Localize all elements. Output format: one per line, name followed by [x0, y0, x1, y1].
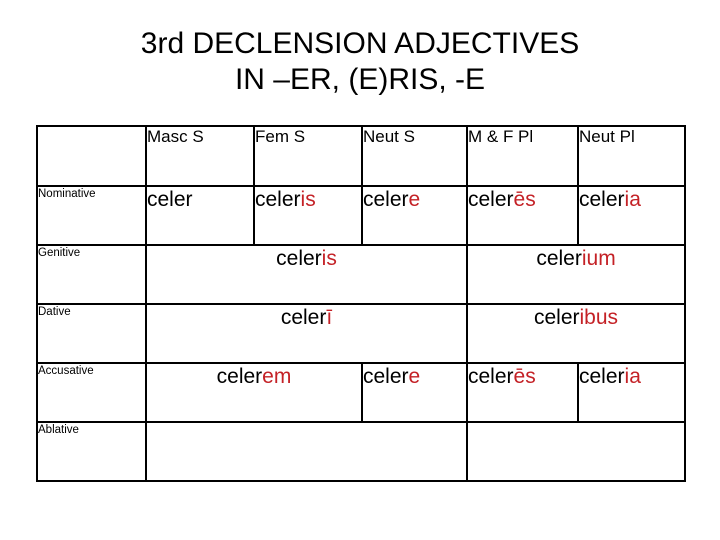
stem-text: celer — [533, 306, 580, 329]
stem-text: celer — [363, 365, 409, 388]
cell-ablative-singular — [145, 421, 468, 482]
header-masc-s: Masc S — [145, 125, 255, 187]
table-row-nominative: Nominative celer celeris celere celerēs … — [36, 185, 686, 246]
slide-canvas: 3rd DECLENSION ADJECTIVES IN –ER, (E)RIS… — [0, 0, 720, 540]
stem-text: celer — [363, 188, 409, 211]
page-title: 3rd DECLENSION ADJECTIVES IN –ER, (E)RIS… — [0, 26, 720, 98]
ending-text: ium — [581, 247, 616, 270]
page-title-line-2: IN –ER, (E)RIS, -E — [234, 63, 486, 96]
cell-nominative-fem-s: celeris — [253, 185, 363, 246]
cell-nominative-neut-s: celere — [361, 185, 468, 246]
stem-text: celer — [579, 188, 625, 211]
stem-text: celer — [216, 365, 263, 388]
cell-nominative-mf-pl: celerēs — [466, 185, 579, 246]
ending-text: ia — [624, 188, 641, 211]
cell-genitive-plural: celerium — [466, 244, 686, 305]
stem-text: celer — [468, 188, 514, 211]
stem-text: celer — [468, 365, 514, 388]
header-fem-s: Fem S — [253, 125, 363, 187]
row-label-nominative: Nominative — [36, 185, 147, 246]
ending-text: em — [262, 365, 292, 388]
ending-text: ī — [326, 306, 333, 329]
ending-text: ēs — [513, 365, 536, 388]
cell-accusative-neut-s: celere — [361, 362, 468, 423]
ending-text: ia — [624, 365, 641, 388]
stem-text: celer — [579, 365, 625, 388]
stem-text: celer — [276, 247, 322, 270]
cell-dative-plural: celeribus — [466, 303, 686, 364]
declension-table: Masc S Fem S Neut S M & F Pl Neut Pl Nom… — [36, 125, 686, 482]
row-label-accusative: Accusative — [36, 362, 147, 423]
stem-text: celer — [255, 188, 301, 211]
row-label-dative: Dative — [36, 303, 147, 364]
header-mf-pl: M & F Pl — [466, 125, 579, 187]
ending-text: ēs — [513, 188, 536, 211]
table-row-genitive: Genitive celeris celerium — [36, 244, 686, 305]
row-label-ablative: Ablative — [36, 421, 147, 482]
stem-text: celer — [280, 306, 327, 329]
header-corner-cell — [36, 125, 147, 187]
ending-text: is — [300, 188, 316, 211]
cell-accusative-neut-pl: celeria — [577, 362, 686, 423]
ending-text: e — [408, 188, 421, 211]
cell-genitive-singular: celeris — [145, 244, 468, 305]
header-neut-s: Neut S — [361, 125, 468, 187]
table-row-dative: Dative celerī celeribus — [36, 303, 686, 364]
row-label-genitive: Genitive — [36, 244, 147, 305]
cell-ablative-plural — [466, 421, 686, 482]
cell-nominative-masc-s: celer — [145, 185, 255, 246]
ending-text: ibus — [579, 306, 619, 329]
page-title-line-1: 3rd DECLENSION ADJECTIVES — [140, 27, 580, 60]
stem-text: celer — [147, 188, 193, 211]
ending-text: e — [408, 365, 421, 388]
cell-accusative-masc-fem-s: celerem — [145, 362, 363, 423]
header-neut-pl: Neut Pl — [577, 125, 686, 187]
table-header-row: Masc S Fem S Neut S M & F Pl Neut Pl — [36, 125, 686, 187]
table-row-accusative: Accusative celerem celere celerēs celeri… — [36, 362, 686, 423]
table-row-ablative: Ablative — [36, 421, 686, 482]
ending-text: is — [321, 247, 337, 270]
cell-nominative-neut-pl: celeria — [577, 185, 686, 246]
cell-accusative-mf-pl: celerēs — [466, 362, 579, 423]
cell-dative-singular: celerī — [145, 303, 468, 364]
stem-text: celer — [536, 247, 582, 270]
